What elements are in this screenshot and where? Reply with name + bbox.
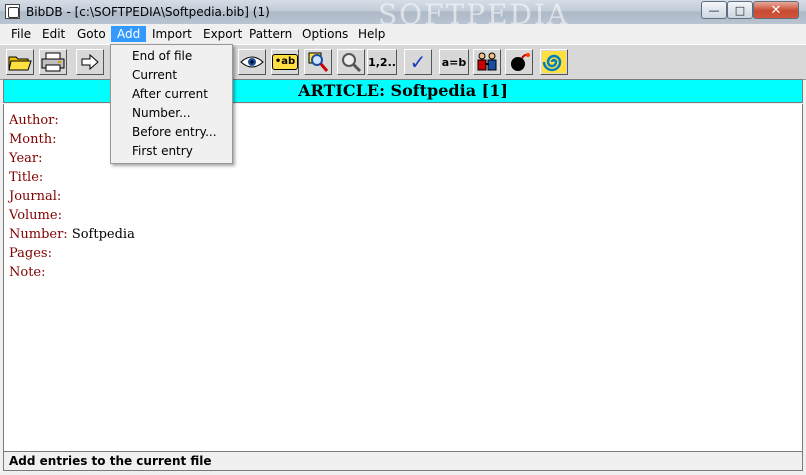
field-journal[interactable]: Journal:	[9, 189, 61, 204]
menu-add[interactable]: Add	[111, 26, 147, 42]
menu-item-first-entry[interactable]: First entry	[112, 142, 231, 161]
menu-goto[interactable]: Goto	[71, 26, 112, 42]
field-number[interactable]: Number: Softpedia	[9, 227, 135, 242]
people-icon[interactable]	[473, 49, 501, 75]
field-label: Volume:	[9, 208, 62, 223]
status-bar: Add entries to the current file	[3, 451, 803, 471]
field-month[interactable]: Month:	[9, 132, 57, 147]
add-menu-dropdown: End of file Current After current Number…	[110, 44, 233, 164]
field-label: Month:	[9, 132, 57, 147]
print-icon[interactable]	[39, 49, 67, 75]
maximize-button[interactable]: □	[727, 1, 753, 19]
menu-item-current[interactable]: Current	[112, 66, 231, 85]
field-label: Author:	[9, 113, 59, 128]
app-window: BibDB - [c:\SOFTPEDIA\Softpedia.bib] (1)…	[0, 0, 806, 475]
field-label: Journal:	[9, 189, 62, 204]
field-label: Year:	[9, 151, 43, 166]
equals-text: a=b	[441, 55, 467, 69]
menu-file[interactable]: File	[5, 26, 37, 42]
title-bar[interactable]: BibDB - [c:\SOFTPEDIA\Softpedia.bib] (1)…	[0, 0, 806, 31]
menu-export[interactable]: Export	[197, 26, 248, 42]
field-label: Pages:	[9, 246, 52, 261]
field-label: Number:	[9, 227, 68, 242]
menu-options[interactable]: Options	[296, 26, 354, 42]
menu-item-end-of-file[interactable]: End of file	[112, 47, 231, 66]
field-value: Softpedia	[71, 227, 135, 242]
field-label: Title:	[9, 170, 44, 185]
close-button[interactable]: ✕	[753, 1, 799, 19]
menu-bar: File Edit Goto Add Import Export Pattern…	[0, 24, 806, 44]
magnifier-gray-icon[interactable]	[337, 49, 365, 75]
open-folder-icon[interactable]	[6, 49, 34, 75]
menu-help[interactable]: Help	[352, 26, 391, 42]
field-volume[interactable]: Volume:	[9, 208, 62, 223]
magnifier-icon[interactable]	[304, 49, 332, 75]
field-note[interactable]: Note:	[9, 265, 46, 280]
menu-item-number[interactable]: Number...	[112, 104, 231, 123]
field-pages[interactable]: Pages:	[9, 246, 52, 261]
menu-item-after-current[interactable]: After current	[112, 85, 231, 104]
field-year[interactable]: Year:	[9, 151, 43, 166]
arrow-right-icon[interactable]	[76, 49, 104, 75]
spiral-icon[interactable]	[540, 49, 568, 75]
field-label: Note:	[9, 265, 46, 280]
checkmark-glyph: ✓	[409, 50, 427, 74]
field-title[interactable]: Title:	[9, 170, 43, 185]
numbering-icon[interactable]: 1,2..	[367, 49, 397, 75]
menu-import[interactable]: Import	[146, 26, 198, 42]
label-icon[interactable]: •ab	[271, 49, 299, 75]
app-icon[interactable]	[5, 4, 20, 19]
minimize-button[interactable]: —	[701, 1, 727, 19]
menu-item-before-entry[interactable]: Before entry...	[112, 123, 231, 142]
label-icon-text: •ab	[272, 54, 298, 70]
bomb-icon[interactable]	[505, 49, 533, 75]
menu-edit[interactable]: Edit	[36, 26, 71, 42]
menu-pattern[interactable]: Pattern	[243, 26, 298, 42]
eye-icon[interactable]	[238, 49, 266, 75]
field-author[interactable]: Author:	[9, 113, 59, 128]
equals-icon[interactable]: a=b	[439, 49, 469, 75]
numbering-text: 1,2..	[368, 55, 396, 69]
checkmark-icon[interactable]: ✓	[404, 49, 432, 75]
window-title: BibDB - [c:\SOFTPEDIA\Softpedia.bib] (1)	[26, 5, 270, 19]
